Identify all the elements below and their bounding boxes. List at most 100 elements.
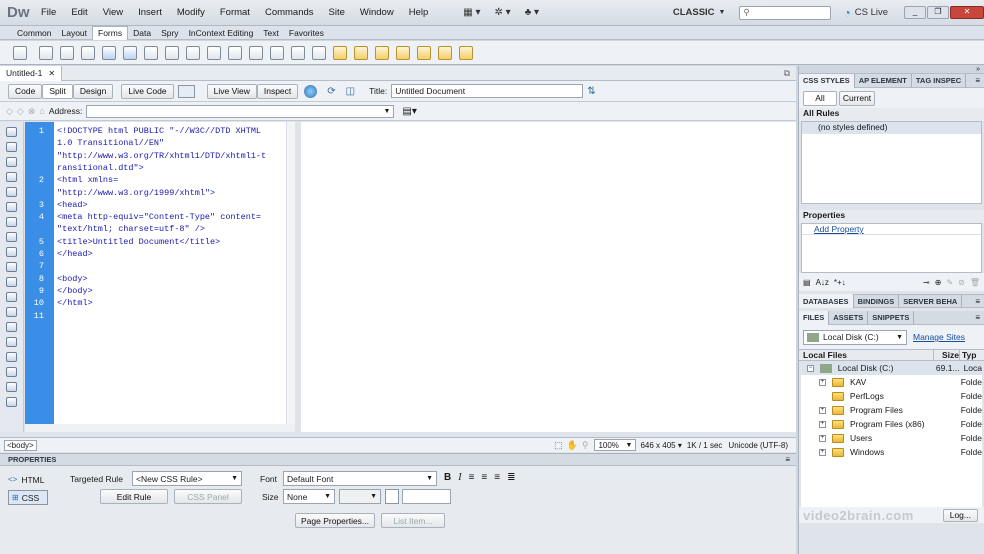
text-color-swatch[interactable] [385, 489, 399, 504]
delete-rule-icon[interactable]: 🗑 [970, 278, 980, 287]
window-size[interactable]: 646 x 405 ▾ [640, 441, 681, 450]
code-line[interactable]: <!DOCTYPE html PUBLIC "-//W3C//DTD XHTML [57, 126, 261, 136]
insert-checkbox-group-icon[interactable] [165, 45, 179, 60]
menu-commands[interactable]: Commands [265, 7, 314, 18]
recent-snippets-icon[interactable] [6, 337, 17, 347]
live-view-button[interactable]: Live View [206, 83, 257, 99]
edit-rule-icon[interactable]: ✎ [946, 278, 953, 287]
targeted-rule-select[interactable]: <New CSS Rule> ▼ [132, 471, 242, 486]
code-line[interactable]: </body> [57, 286, 93, 296]
all-button[interactable]: All [803, 90, 837, 106]
insert-checkbox-icon[interactable] [102, 45, 116, 60]
code-editor[interactable]: <!DOCTYPE html PUBLIC "-//W3C//DTD XHTML… [54, 122, 290, 424]
insert-label-icon[interactable] [291, 45, 305, 60]
italic-icon[interactable]: I [458, 472, 461, 483]
show-category-icon[interactable]: ▤ [803, 278, 811, 287]
file-management-icon[interactable]: ⇅ [587, 86, 595, 97]
restore-button[interactable]: ❐ [927, 6, 949, 19]
workspace-switcher[interactable]: CLASSIC ▼ [673, 7, 726, 18]
panel-tab-snippets[interactable]: SNIPPETS [868, 310, 915, 325]
code-line[interactable]: "http://www.w3.org/1999/xhtml"> [57, 188, 215, 198]
code-line[interactable]: <meta http-equiv="Content-Type" content= [57, 212, 261, 222]
menu-site[interactable]: Site [329, 7, 345, 18]
align-right-icon[interactable]: ≡ [494, 472, 500, 483]
insert-tab-text[interactable]: Text [258, 26, 284, 40]
select-tool-icon[interactable]: ⬚ [554, 440, 563, 451]
code-line[interactable]: </head> [57, 249, 93, 259]
drive-select[interactable]: Local Disk (C:) ▼ [803, 329, 907, 345]
insert-spry-textfield-icon[interactable] [333, 45, 347, 60]
panel-menu-icon[interactable]: ≡ [975, 297, 980, 306]
tag-selector[interactable]: <body> [4, 439, 37, 451]
panel-tab-bindings[interactable]: BINDINGS [854, 294, 900, 308]
expand-icon[interactable]: + [819, 434, 826, 442]
insert-tab-data[interactable]: Data [128, 26, 156, 40]
insert-tab-common[interactable]: Common [12, 26, 56, 40]
hand-tool-icon[interactable]: ✋ [567, 440, 578, 451]
code-scrollbar[interactable] [286, 122, 295, 424]
insert-spry-password-icon[interactable] [417, 45, 431, 60]
expand-icon[interactable]: + [819, 420, 826, 428]
wrap-tag-icon[interactable] [6, 322, 17, 332]
browse-options-icon[interactable]: ▤▾ [402, 106, 416, 117]
insert-spry-checkbox-icon[interactable] [375, 45, 389, 60]
panel-menu-icon[interactable]: ≡ [975, 76, 980, 85]
panel-menu-icon[interactable]: ≡ [975, 313, 980, 322]
new-rule-icon[interactable]: ⊕ [935, 278, 942, 287]
cslive-button[interactable]: ◔ CS Live [843, 6, 888, 20]
indent-icon[interactable] [6, 367, 17, 377]
open-documents-icon[interactable] [6, 127, 17, 137]
word-wrap-icon[interactable] [6, 277, 17, 287]
live-code-icon[interactable] [177, 84, 195, 98]
manage-sites-link[interactable]: Manage Sites [913, 332, 965, 342]
menu-window[interactable]: Window [360, 7, 394, 18]
address-field[interactable]: ▼ [86, 104, 395, 118]
apply-comment-icon[interactable] [6, 292, 17, 302]
insert-radio-group-icon[interactable] [144, 45, 158, 60]
insert-jump-menu-icon[interactable] [207, 45, 221, 60]
code-line[interactable]: 1.0 Transitional//EN" [57, 138, 164, 148]
log-button[interactable]: Log... [942, 508, 978, 522]
forward-icon[interactable]: ◇ [17, 106, 24, 117]
font-select[interactable]: Default Font ▼ [283, 471, 437, 486]
collapse-icon[interactable]: − [807, 364, 814, 372]
expand-icon[interactable]: + [819, 448, 826, 456]
insert-tab-incontext-editing[interactable]: InContext Editing [184, 26, 259, 40]
code-line[interactable]: <head> [57, 200, 88, 210]
tree-root[interactable]: − Local Disk (C:) 69.1... Loca [801, 361, 982, 375]
insert-tab-forms[interactable]: Forms [92, 25, 129, 40]
html-mode-button[interactable]: <> HTML [8, 472, 48, 487]
tree-item[interactable]: + KAV Folde [801, 375, 982, 389]
menu-edit[interactable]: Edit [71, 7, 87, 18]
panel-tab-ap-element[interactable]: AP ELEMENT [855, 73, 912, 88]
move-css-icon[interactable] [6, 352, 17, 362]
menu-insert[interactable]: Insert [138, 7, 162, 18]
insert-tab-layout[interactable]: Layout [56, 26, 92, 40]
menu-modify[interactable]: Modify [177, 7, 205, 18]
text-color-field[interactable] [402, 489, 451, 504]
select-parent-tag-icon[interactable] [6, 202, 17, 212]
insert-textarea-icon[interactable] [81, 45, 95, 60]
rules-list[interactable]: (no styles defined) [801, 121, 982, 204]
code-line[interactable]: "http://www.w3.org/TR/xhtml1/DTD/xhtml1-… [57, 151, 266, 161]
menu-format[interactable]: Format [220, 7, 250, 18]
home-icon[interactable]: ⌂ [39, 106, 44, 116]
site-icon[interactable]: ♣ ▾ [525, 7, 539, 18]
collapse-selection-icon[interactable] [6, 172, 17, 182]
panel-tab-databases[interactable]: DATABASES [799, 294, 854, 308]
insert-form-icon[interactable] [13, 45, 27, 60]
attach-stylesheet-icon[interactable]: ⊸ [923, 278, 930, 287]
tree-item[interactable]: + Program Files (x86) Folde [801, 417, 982, 431]
tree-item[interactable]: + Users Folde [801, 431, 982, 445]
highlight-invalid-icon[interactable] [6, 247, 17, 257]
tree-item[interactable]: + Program Files Folde [801, 403, 982, 417]
split-view-button[interactable]: Split [42, 83, 73, 99]
file-tree[interactable]: − Local Disk (C:) 69.1... Loca + KAV Folde Perf… [801, 361, 982, 507]
size-unit-select[interactable]: ▼ [339, 489, 381, 504]
insert-spry-select-icon[interactable] [396, 45, 410, 60]
minimize-button[interactable]: _ [904, 6, 926, 19]
properties-list[interactable]: Add Property [801, 223, 982, 273]
zoom-select[interactable]: 100% ▼ [594, 439, 637, 451]
insert-spry-confirm-icon[interactable] [438, 45, 452, 60]
css-panel-button[interactable]: CSS Panel [174, 489, 242, 504]
